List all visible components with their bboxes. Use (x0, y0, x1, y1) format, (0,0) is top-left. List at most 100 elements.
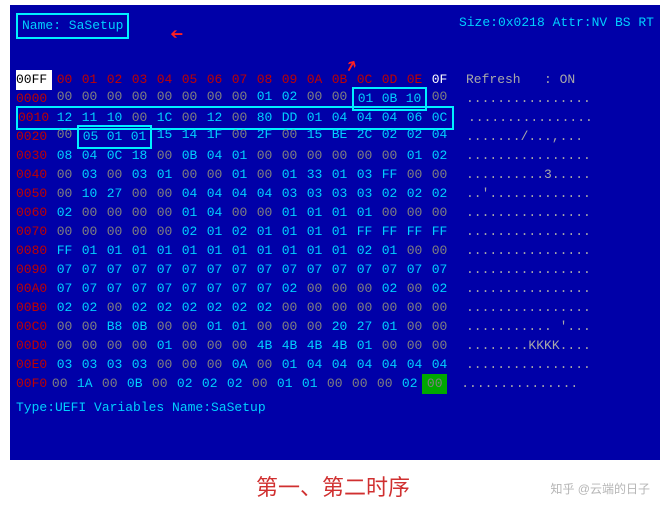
hex-cell: FF (352, 222, 377, 242)
hex-cell: 01 (277, 203, 302, 223)
hex-cell: 00 (52, 125, 77, 149)
hex-cell: 00 (152, 203, 177, 223)
hex-cell: 00 (252, 317, 277, 337)
row-offset: 0060 (16, 203, 52, 223)
row-offset: 0090 (16, 260, 52, 280)
header-row: Name: SaSetup Size:0x0218 Attr:NV BS RT (16, 13, 654, 39)
hex-cell: 00 (252, 165, 277, 185)
hex-cell: 01 (227, 317, 252, 337)
arrow-icon: ➔ (170, 19, 183, 52)
size-attr-label: Size:0x0218 Attr:NV BS RT (459, 13, 654, 39)
hex-cell: 01 (272, 374, 297, 394)
hex-cell: 07 (327, 260, 352, 280)
hex-cell: 00 (77, 222, 102, 242)
hex-cell: 00 (52, 336, 77, 356)
hex-cell: 04 (327, 355, 352, 375)
hex-cell: 04 (377, 355, 402, 375)
hex-cell: 00 (302, 298, 327, 318)
hex-cell: 07 (202, 279, 227, 299)
hex-cell: 07 (402, 260, 427, 280)
hex-cell: 00 (427, 298, 452, 318)
hex-cell: 00 (352, 298, 377, 318)
hex-cell: 00 (77, 336, 102, 356)
hex-cell: 01 (202, 317, 227, 337)
hex-cell: 00 (102, 222, 127, 242)
hex-cell: 07 (177, 260, 202, 280)
row-offset: 00B0 (16, 298, 52, 318)
hex-cell: 03 (127, 355, 152, 375)
ascii-col: ......./...,... (466, 127, 654, 147)
hex-cell: 00 (202, 355, 227, 375)
hex-cell: 04 (227, 184, 252, 204)
hex-cell: 05 (77, 125, 102, 149)
hex-cell: 01 (277, 222, 302, 242)
hex-cell: 33 (302, 165, 327, 185)
hex-cell: 02 (127, 298, 152, 318)
hex-cell: 01 (377, 317, 402, 337)
ascii-col: ........... '... (466, 317, 654, 337)
hex-cell: 00 (327, 146, 352, 166)
hex-cell: 01 (352, 203, 377, 223)
hex-cell: 07 (127, 260, 152, 280)
hex-cell: 00 (402, 241, 427, 261)
hex-cell: 0B (122, 374, 147, 394)
hex-cell: 07 (352, 260, 377, 280)
hex-cell: 01 (227, 146, 252, 166)
hex-row: 009007070707070707070707070707070707....… (16, 261, 654, 280)
hex-cell: 00 (52, 165, 77, 185)
hex-cell: 03 (302, 184, 327, 204)
hex-cell: 02 (427, 184, 452, 204)
hex-cell: 02 (52, 203, 77, 223)
hex-cell: 03 (127, 165, 152, 185)
hex-cell: 04 (202, 184, 227, 204)
row-offset: 0080 (16, 241, 52, 261)
hex-cell: 00 (52, 184, 77, 204)
hex-cell: 07 (252, 279, 277, 299)
hex-cell: 03 (277, 184, 302, 204)
hex-row: 00F0001A000B000202020001010000000200....… (16, 375, 654, 394)
hex-cell: 03 (352, 165, 377, 185)
hex-cell: 01 (297, 374, 322, 394)
hex-cell: 02 (197, 374, 222, 394)
hex-row: 0080FF010101010101010101010102010000....… (16, 242, 654, 261)
hex-cell: 14 (177, 125, 202, 149)
hex-cell: 00 (402, 165, 427, 185)
hex-cell: 01 (277, 165, 302, 185)
hex-cell: 00 (302, 279, 327, 299)
hex-cell: 00 (327, 279, 352, 299)
hex-cell: 00 (402, 279, 427, 299)
hex-cell: 00 (422, 374, 447, 394)
hex-cell: 01 (102, 125, 127, 149)
hex-cell: FF (377, 165, 402, 185)
hex-cell: 00 (227, 203, 252, 223)
row-offset: 00A0 (16, 279, 52, 299)
hex-cell: 02 (177, 298, 202, 318)
hex-cell: 4B (277, 336, 302, 356)
row-offset: 00C0 (16, 317, 52, 337)
hex-cell: 01 (327, 203, 352, 223)
hex-cell: 04 (427, 355, 452, 375)
hex-cell: 01 (377, 241, 402, 261)
hex-cell: 04 (202, 146, 227, 166)
hex-cell: 07 (227, 260, 252, 280)
hex-cell: 04 (302, 355, 327, 375)
row-offset: 0020 (16, 127, 52, 147)
hex-cell: 07 (377, 260, 402, 280)
hex-cell: 00 (202, 336, 227, 356)
hex-cell: 02 (252, 298, 277, 318)
hex-cell: 00 (302, 317, 327, 337)
hex-cell: 02 (427, 279, 452, 299)
hex-cell: 1A (72, 374, 97, 394)
hex-cell: 07 (252, 260, 277, 280)
hex-cell: 00 (52, 222, 77, 242)
hex-cell: 01 (127, 241, 152, 261)
hex-cell: 04 (427, 125, 452, 149)
hex-cell: 00 (277, 317, 302, 337)
hex-cell: 00 (402, 317, 427, 337)
hex-cell: 01 (252, 222, 277, 242)
hex-cell: 07 (102, 279, 127, 299)
hex-cell: 00 (427, 241, 452, 261)
hex-cell: 01 (302, 241, 327, 261)
hex-cell: 03 (52, 355, 77, 375)
hex-cell: 00 (252, 203, 277, 223)
